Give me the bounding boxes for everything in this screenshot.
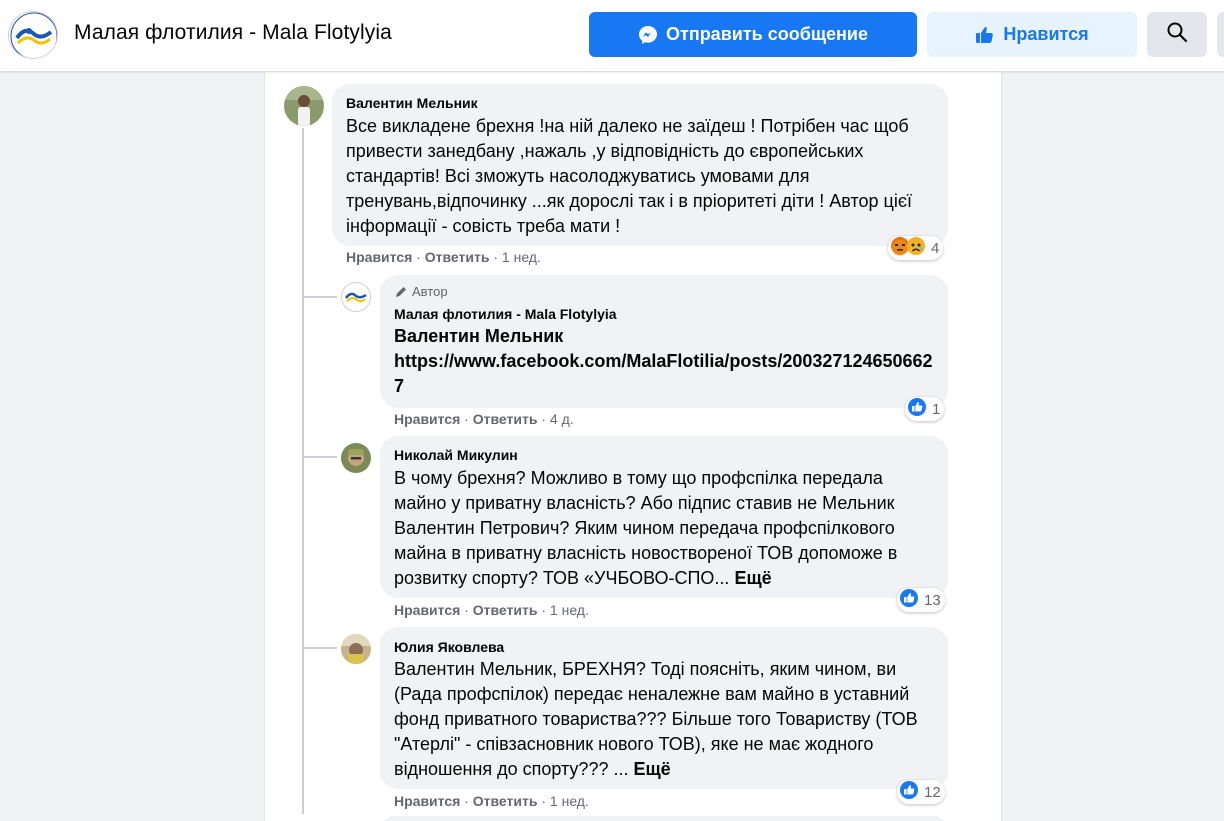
comment-text: Все викладене брехня !на ній далеко не з… — [346, 116, 912, 236]
sad-reaction-icon — [906, 236, 926, 260]
pencil-icon — [394, 285, 408, 299]
thread-connector — [303, 456, 337, 458]
comment-author[interactable]: Юлия Яковлева — [394, 639, 504, 655]
page-header: Малая флотилия - Mala Flotylyia Отправит… — [0, 0, 1224, 72]
thread-line — [302, 128, 304, 814]
comment-text: В чому брехня? Можливо в тому що профспі… — [394, 466, 934, 591]
post-link[interactable]: https://www.facebook.com/MalaFlotilia/po… — [394, 349, 934, 399]
thread-connector — [303, 647, 337, 649]
comment-text: Валентин Мельник, БРЕХНЯ? Тоді поясніть,… — [394, 657, 934, 782]
reaction-count: 13 — [924, 591, 941, 609]
like-comment-link[interactable]: Нравится — [394, 793, 460, 809]
author-badge: Автор — [394, 284, 448, 299]
messenger-icon — [638, 25, 658, 45]
comment-actions: Нравится · Ответить · 1 нед. — [346, 249, 541, 265]
more-button[interactable] — [1217, 12, 1224, 57]
page-title[interactable]: Малая флотилия - Mala Flotylyia — [74, 21, 392, 45]
thumbs-up-icon — [975, 25, 995, 45]
like-reaction-icon — [899, 780, 919, 804]
reactions-summary[interactable]: 13 — [897, 588, 945, 612]
see-more-link[interactable]: Ещё — [734, 568, 771, 588]
page-logo[interactable] — [8, 11, 58, 59]
reactions-summary[interactable]: 1 — [905, 397, 945, 421]
like-page-label: Нравится — [1003, 24, 1089, 44]
like-comment-link[interactable]: Нравится — [394, 411, 460, 427]
reactions-summary[interactable]: 4 — [888, 236, 944, 260]
reaction-count: 12 — [924, 783, 941, 801]
send-message-button[interactable]: Отправить сообщение — [589, 12, 917, 57]
avatar[interactable] — [341, 282, 371, 312]
reply-link[interactable]: Ответить — [425, 249, 490, 265]
send-message-label: Отправить сообщение — [666, 24, 868, 44]
avatar[interactable] — [284, 86, 324, 126]
comment-text-body: В чому брехня? Можливо в тому що профспі… — [394, 468, 898, 588]
like-page-button[interactable]: Нравится — [927, 12, 1137, 57]
like-comment-link[interactable]: Нравится — [346, 249, 412, 265]
reply-link[interactable]: Ответить — [473, 411, 538, 427]
avatar[interactable] — [341, 634, 371, 664]
next-comment-bubble — [380, 816, 948, 821]
mention-link[interactable]: Валентин Мельник — [394, 324, 934, 349]
reactions-summary[interactable]: 12 — [897, 780, 945, 804]
like-reaction-icon — [907, 397, 927, 421]
comment-actions: Нравится · Ответить · 1 нед. — [394, 602, 589, 618]
avatar[interactable] — [341, 443, 371, 473]
see-more-link[interactable]: Ещё — [633, 759, 670, 779]
comment-time[interactable]: 1 нед. — [550, 793, 589, 809]
like-reaction-icon — [899, 588, 919, 612]
search-button[interactable] — [1147, 12, 1207, 57]
comment-actions: Нравится · Ответить · 4 д. — [394, 411, 574, 427]
author-badge-label: Автор — [412, 284, 448, 299]
reply-link[interactable]: Ответить — [473, 602, 538, 618]
comment-time[interactable]: 1 нед. — [550, 602, 589, 618]
thread-connector — [303, 296, 337, 298]
reaction-count: 4 — [931, 239, 940, 257]
comment-time[interactable]: 1 нед. — [502, 249, 541, 265]
comment-actions: Нравится · Ответить · 1 нед. — [394, 793, 589, 809]
reaction-count: 1 — [932, 400, 941, 418]
reply-link[interactable]: Ответить — [473, 793, 538, 809]
search-icon — [1166, 21, 1188, 48]
like-comment-link[interactable]: Нравится — [394, 602, 460, 618]
comment-author[interactable]: Валентин Мельник — [346, 95, 478, 111]
comment-time[interactable]: 4 д. — [550, 411, 574, 427]
comment-author[interactable]: Николай Микулин — [394, 447, 518, 463]
comment-author[interactable]: Малая флотилия - Mala Flotylyia — [394, 306, 617, 322]
